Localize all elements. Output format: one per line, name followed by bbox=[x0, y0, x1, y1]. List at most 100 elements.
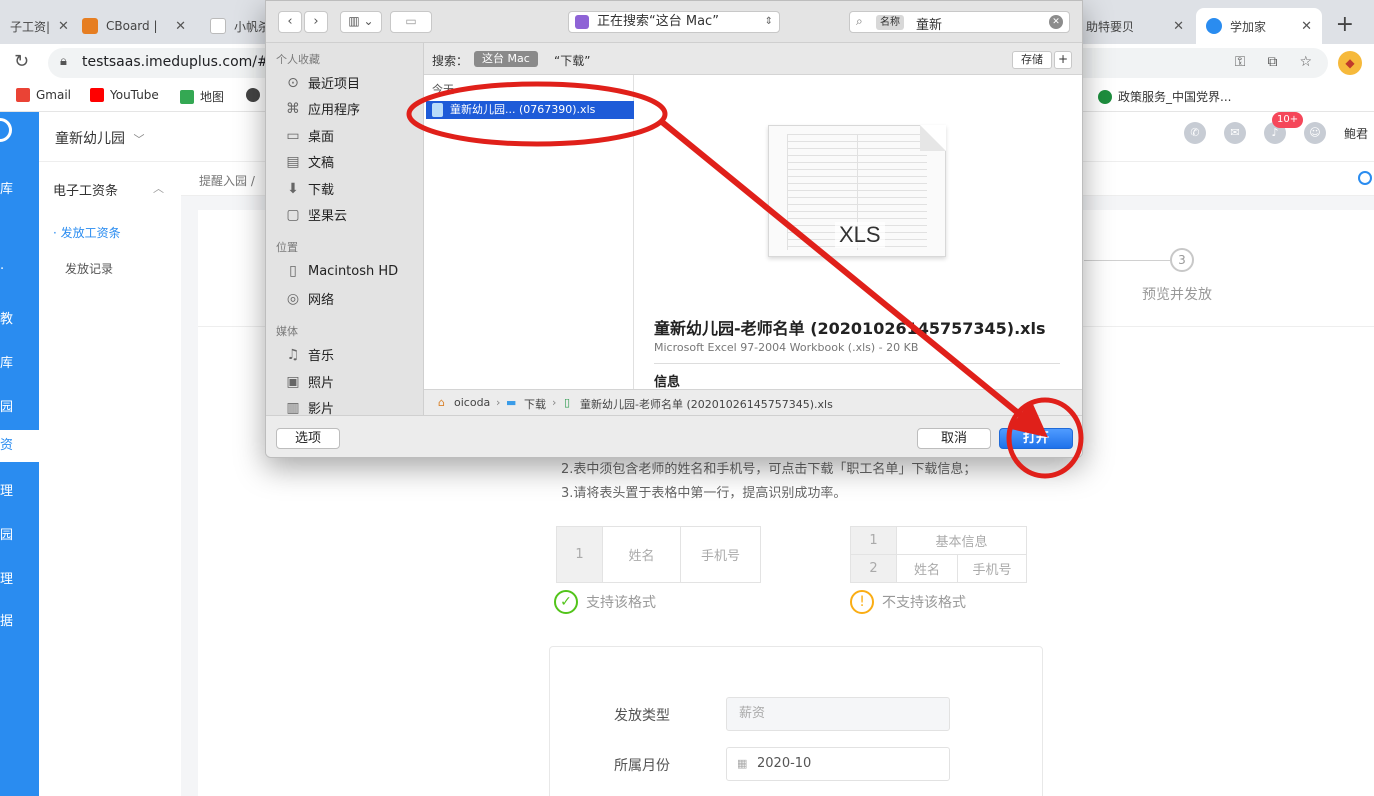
header-actions: ✆ ✉ ♪ 10+ ☺ 鲍君 bbox=[1183, 112, 1374, 144]
user-name[interactable]: 鲍君 bbox=[1344, 125, 1368, 142]
search-field[interactable]: ⌕ 名称 童新 ✕ bbox=[849, 11, 1070, 33]
browser-tab[interactable]: CBoard | ✕ bbox=[72, 8, 196, 44]
bookmark-policy[interactable]: 政策服务_中国党界... bbox=[1098, 88, 1231, 105]
bookmark-label: 地图 bbox=[200, 90, 225, 104]
add-criteria-button[interactable]: + bbox=[1054, 51, 1072, 69]
menu-item-issue-records[interactable]: 发放记录 bbox=[65, 260, 113, 277]
sidebar-item-recents[interactable]: ⊙ 最近项目 bbox=[284, 73, 360, 93]
documents-icon: ▤ bbox=[286, 153, 300, 170]
rail-item[interactable]: 教 bbox=[0, 308, 39, 327]
sidebar-item-desktop[interactable]: ▭ 桌面 bbox=[284, 126, 334, 146]
xls-document-icon: XLS bbox=[768, 125, 946, 257]
folder-icon: ▬ bbox=[506, 396, 517, 409]
path-folder[interactable]: 下载 bbox=[524, 396, 546, 412]
sidebar-item-label: 网络 bbox=[308, 293, 335, 308]
new-folder-button[interactable]: ▭ bbox=[390, 11, 432, 33]
extension-icon[interactable]: ◆ bbox=[1338, 51, 1362, 75]
sidebar-item-jianguoyun[interactable]: ▢ 坚果云 bbox=[284, 205, 347, 225]
cancel-button[interactable]: 取消 bbox=[917, 428, 991, 449]
rail-item-selected[interactable]: 资 bbox=[0, 430, 39, 462]
step-connector bbox=[1084, 260, 1170, 261]
open-button[interactable]: 打开 bbox=[999, 428, 1073, 449]
rail-item[interactable]: 园 bbox=[0, 524, 39, 543]
photos-icon: ▣ bbox=[286, 373, 300, 390]
rail-item[interactable]: 库 bbox=[0, 178, 39, 197]
page-fold bbox=[920, 125, 946, 151]
file-list: 今天 童新幼儿园... (0767390).xls bbox=[424, 75, 634, 389]
avatar[interactable]: ☺ bbox=[1303, 122, 1326, 144]
side-menu: 电子工资条 ︿ · 发放工资条 发放记录 bbox=[39, 162, 181, 796]
phone-icon[interactable]: ✆ bbox=[1183, 122, 1206, 144]
search-scope-bar: 搜索： 这台 Mac “下载” 存储 + bbox=[424, 43, 1082, 75]
rail-item[interactable]: 理 bbox=[0, 568, 39, 587]
rail-item[interactable]: 理 bbox=[0, 480, 39, 499]
scope-downloads[interactable]: “下载” bbox=[554, 52, 590, 69]
close-icon[interactable]: ✕ bbox=[1165, 19, 1184, 34]
search-query: 童新 bbox=[916, 18, 943, 33]
url-text: testsaas.imeduplus.com/#/ bbox=[82, 54, 274, 70]
sidebar-item-network[interactable]: ◎ 网络 bbox=[284, 289, 335, 309]
sidebar-item-documents[interactable]: ▤ 文稿 bbox=[284, 152, 334, 172]
month-picker[interactable]: ▦ 2020-10 bbox=[726, 747, 950, 781]
apps-icon: ⌘ bbox=[286, 100, 300, 117]
sidebar-item-photos[interactable]: ▣ 照片 bbox=[284, 372, 334, 392]
view-mode-button[interactable]: ▥ ⌄ bbox=[340, 11, 382, 33]
sidebar-item-downloads[interactable]: ⬇ 下载 bbox=[284, 179, 334, 199]
rail-item[interactable]: · bbox=[0, 262, 39, 277]
browser-tab-active[interactable]: 学加家 ✕ bbox=[1196, 8, 1322, 44]
maps-icon bbox=[180, 89, 194, 104]
columns-icon: ▥ ⌄ bbox=[348, 14, 374, 28]
translate-icon[interactable]: ⧉ bbox=[1267, 54, 1277, 70]
new-tab-button[interactable]: + bbox=[1336, 12, 1354, 37]
rail-item[interactable]: 据 bbox=[0, 610, 39, 629]
scope-this-mac[interactable]: 这台 Mac bbox=[474, 51, 538, 67]
info-icon[interactable] bbox=[1358, 171, 1372, 185]
rail-item[interactable]: 园 bbox=[0, 396, 39, 415]
chat-icon[interactable]: ✉ bbox=[1223, 122, 1246, 144]
path-user[interactable]: oicoda bbox=[454, 396, 490, 409]
rail-item[interactable]: 库 bbox=[0, 352, 39, 371]
file-preview: XLS 童新幼儿园-老师名单 (20201026145757345).xls M… bbox=[634, 75, 1082, 390]
browser-tab[interactable]: 助特要贝 ✕ bbox=[1076, 8, 1194, 44]
menu-group-salary[interactable]: 电子工资条 ︿ bbox=[53, 180, 164, 199]
xls-file-icon bbox=[432, 103, 443, 117]
header-phone: 手机号 bbox=[956, 554, 1028, 583]
bell-icon[interactable]: ♪ 10+ bbox=[1263, 112, 1304, 144]
type-field[interactable]: 薪资 bbox=[726, 697, 950, 731]
menu-item-issue-payslip[interactable]: · 发放工资条 bbox=[53, 224, 121, 241]
close-icon[interactable]: ✕ bbox=[167, 19, 186, 34]
bookmark-globe[interactable] bbox=[246, 88, 266, 102]
path-file[interactable]: 童新幼儿园-老师名单 (20201026145757345).xls bbox=[580, 396, 833, 412]
back-button[interactable]: ‹ bbox=[278, 11, 302, 33]
search-token[interactable]: 名称 bbox=[876, 15, 904, 30]
org-switcher[interactable]: 童新幼儿园 ﹀ bbox=[55, 128, 144, 148]
sidebar-item-music[interactable]: ♫ 音乐 bbox=[284, 345, 334, 365]
file-row-selected[interactable]: 童新幼儿园... (0767390).xls bbox=[426, 101, 634, 119]
location-popup[interactable]: 正在搜索“这台 Mac” ⇕ bbox=[568, 11, 780, 33]
preview-file-name: 童新幼儿园-老师名单 (20201026145757345).xls bbox=[654, 319, 1046, 338]
browser-tab[interactable]: 小帆杀 bbox=[200, 8, 270, 44]
sidebar-item-macintosh-hd[interactable]: ▯ Macintosh HD bbox=[284, 263, 398, 279]
close-icon[interactable]: ✕ bbox=[1293, 19, 1312, 34]
save-search-button[interactable]: 存储 bbox=[1012, 51, 1052, 69]
key-icon[interactable]: ⚿ bbox=[1235, 54, 1246, 70]
clear-search-icon[interactable]: ✕ bbox=[1049, 15, 1063, 29]
menu-group-label: 电子工资条 bbox=[53, 184, 119, 199]
sidebar-item-applications[interactable]: ⌘ 应用程序 bbox=[284, 99, 360, 119]
options-button[interactable]: 选项 bbox=[276, 428, 340, 449]
download-icon: ⬇ bbox=[287, 180, 299, 197]
folder-icon: ▢ bbox=[286, 206, 300, 223]
star-icon[interactable]: ☆ bbox=[1299, 54, 1312, 70]
bookmark-youtube[interactable]: YouTube bbox=[90, 88, 159, 102]
type-label: 发放类型 bbox=[614, 708, 670, 724]
forward-button[interactable]: › bbox=[304, 11, 328, 33]
step-3-label: 预览并发放 bbox=[1142, 287, 1212, 303]
browser-tab[interactable]: 子工资| ✕ bbox=[0, 8, 70, 44]
xls-file-icon: ▯ bbox=[564, 396, 571, 409]
close-icon[interactable]: ✕ bbox=[50, 19, 69, 34]
breadcrumb-text[interactable]: 提醒入园 / bbox=[199, 172, 255, 189]
bookmark-maps[interactable]: 地图 bbox=[180, 88, 224, 105]
reload-icon[interactable]: ↻ bbox=[14, 51, 29, 72]
row-number: 1 bbox=[850, 526, 897, 555]
bookmark-gmail[interactable]: Gmail bbox=[16, 88, 71, 102]
